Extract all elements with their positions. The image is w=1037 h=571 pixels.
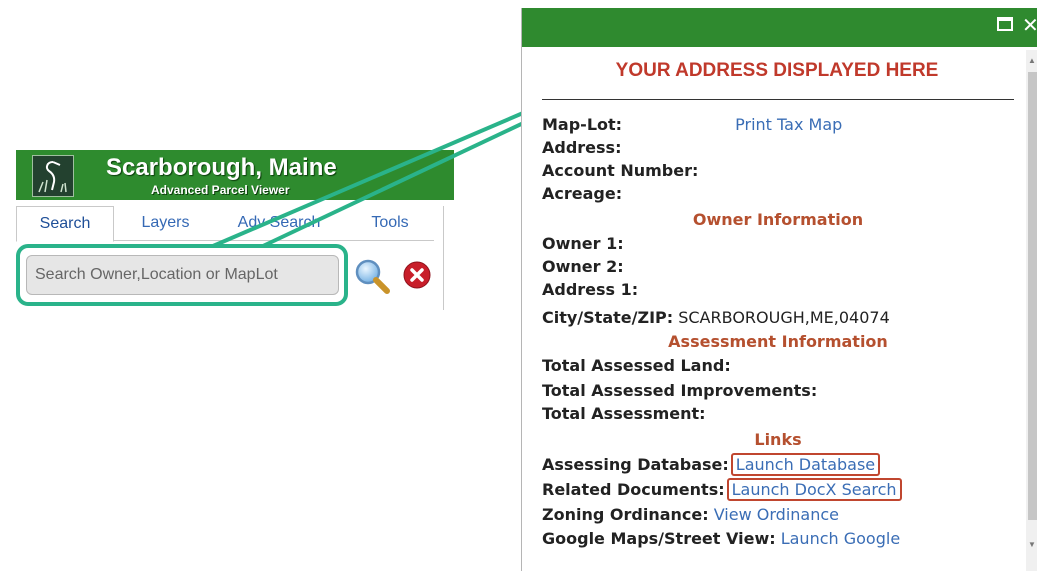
magnifier-search-icon[interactable] xyxy=(352,256,392,296)
owner-1-label: Owner 1: xyxy=(542,234,624,253)
city-state-zip-label: City/State/ZIP: xyxy=(542,308,674,327)
map-lot-label: Map-Lot: xyxy=(542,115,623,134)
city-state-zip-value: SCARBOROUGH,ME,04074 xyxy=(673,308,890,327)
row-acreage: Acreage: xyxy=(542,184,622,204)
app-title: Scarborough, Maine xyxy=(106,154,337,181)
viewer-header: Scarborough, Maine Advanced Parcel Viewe… xyxy=(16,150,454,200)
row-owner-2: Owner 2: xyxy=(542,257,624,277)
total-assessed-improvements-label: Total Assessed Improvements: xyxy=(542,381,818,400)
row-related-documents: Related Documents: Launch DocX Search xyxy=(542,478,902,501)
tab-layers[interactable]: Layers xyxy=(118,206,213,240)
address-label: Address: xyxy=(542,138,622,157)
scroll-up-arrow-icon[interactable]: ▲ xyxy=(1028,56,1036,65)
view-ordinance-link[interactable]: View Ordinance xyxy=(709,505,839,524)
close-icon[interactable]: ✕ xyxy=(1022,13,1037,37)
row-total-assessed-land: Total Assessed Land: xyxy=(542,356,731,376)
row-account-number: Account Number: xyxy=(542,161,698,181)
app-subtitle: Advanced Parcel Viewer xyxy=(151,183,290,197)
tab-search[interactable]: Search xyxy=(16,206,114,242)
address-title: YOUR ADDRESS DISPLAYED HERE xyxy=(615,60,939,81)
row-address-1: Address 1: xyxy=(542,280,638,300)
launch-database-link[interactable]: Launch Database xyxy=(730,453,881,476)
row-assessing-database: Assessing Database: Launch Database xyxy=(542,453,881,476)
google-maps-label: Google Maps/Street View: xyxy=(542,529,776,548)
popup-header xyxy=(522,8,1037,47)
scroll-down-arrow-icon[interactable]: ▼ xyxy=(1028,540,1036,549)
address-1-label: Address 1: xyxy=(542,280,639,299)
row-total-assessed-improvements: Total Assessed Improvements: xyxy=(542,381,817,401)
clear-x-icon[interactable] xyxy=(402,260,432,290)
address-divider xyxy=(542,99,1014,100)
row-owner-1: Owner 1: xyxy=(542,234,624,254)
account-number-label: Account Number: xyxy=(542,161,699,180)
acreage-label: Acreage: xyxy=(542,184,623,203)
row-map-lot: Map-Lot: Print Tax Map xyxy=(542,115,842,135)
row-total-assessment: Total Assessment: xyxy=(542,404,706,424)
links-section-title: Links xyxy=(754,430,802,449)
total-assessed-land-label: Total Assessed Land: xyxy=(542,356,731,375)
total-assessment-label: Total Assessment: xyxy=(542,404,706,423)
row-address: Address: xyxy=(542,138,621,158)
assessing-database-label: Assessing Database: xyxy=(542,455,729,474)
row-city-state-zip: City/State/ZIP: SCARBOROUGH,ME,04074 xyxy=(542,308,890,328)
popup-scroll-thumb[interactable] xyxy=(1028,72,1037,520)
row-zoning-ordinance: Zoning Ordinance: View Ordinance xyxy=(542,505,839,525)
heron-logo-icon xyxy=(32,155,74,197)
search-highlight-outline xyxy=(16,244,348,306)
owner-section-title: Owner Information xyxy=(692,210,864,229)
row-google-maps: Google Maps/Street View: Launch Google xyxy=(542,529,900,549)
print-tax-map-link[interactable]: Print Tax Map xyxy=(735,115,842,134)
launch-docx-search-link[interactable]: Launch DocX Search xyxy=(726,478,902,501)
tab-adv-search[interactable]: Adv Search xyxy=(224,206,334,240)
related-documents-label: Related Documents: xyxy=(542,480,725,499)
assessment-section-title: Assessment Information xyxy=(668,332,888,351)
owner-2-label: Owner 2: xyxy=(542,257,624,276)
panel-divider xyxy=(443,206,444,310)
launch-google-link[interactable]: Launch Google xyxy=(776,529,900,548)
zoning-ordinance-label: Zoning Ordinance: xyxy=(542,505,709,524)
tab-tools[interactable]: Tools xyxy=(356,206,424,240)
maximize-icon[interactable] xyxy=(997,17,1013,31)
tab-bar: Search Layers Adv Search Tools xyxy=(16,206,434,242)
